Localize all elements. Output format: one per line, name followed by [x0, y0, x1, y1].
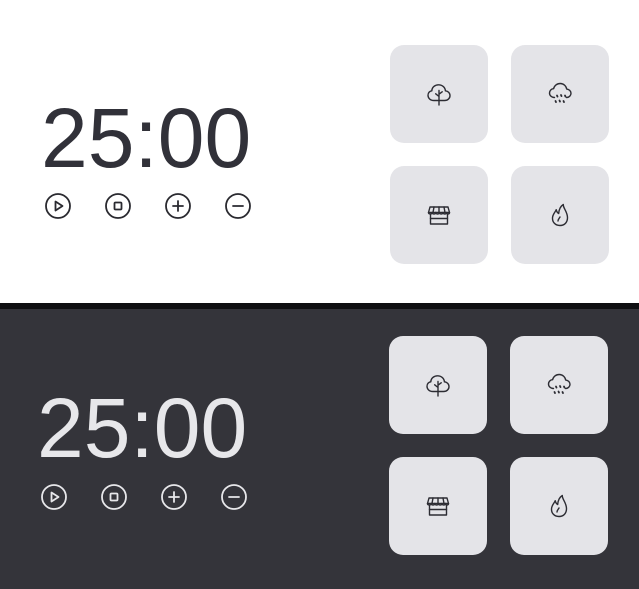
- timer-controls: [44, 192, 252, 220]
- light-theme-panel: 25:00: [0, 0, 639, 303]
- store-icon: [423, 199, 455, 231]
- minus-icon: [220, 483, 248, 511]
- play-button[interactable]: [44, 192, 72, 220]
- minus-icon: [224, 192, 252, 220]
- rain-icon: [544, 78, 576, 110]
- timer-display: 25:00: [37, 381, 248, 475]
- rain-icon: [543, 369, 575, 401]
- add-time-button[interactable]: [164, 192, 192, 220]
- subtract-time-button[interactable]: [220, 483, 248, 511]
- plus-icon: [160, 483, 188, 511]
- tree-icon: [422, 369, 454, 401]
- sound-tile-forest[interactable]: [390, 45, 488, 143]
- play-icon: [40, 483, 68, 511]
- sound-tile-forest[interactable]: [389, 336, 487, 434]
- sound-tile-fire[interactable]: [510, 457, 608, 555]
- timer-controls: [40, 483, 248, 511]
- sound-tile-cafe[interactable]: [390, 166, 488, 264]
- stop-button[interactable]: [100, 483, 128, 511]
- sound-tile-rain[interactable]: [511, 45, 609, 143]
- fire-icon: [544, 199, 576, 231]
- store-icon: [422, 490, 454, 522]
- sound-tile-fire[interactable]: [511, 166, 609, 264]
- sound-grid: [389, 336, 608, 555]
- timer-display: 25:00: [41, 91, 252, 185]
- stop-button[interactable]: [104, 192, 132, 220]
- tree-icon: [423, 78, 455, 110]
- stop-icon: [104, 192, 132, 220]
- play-icon: [44, 192, 72, 220]
- subtract-time-button[interactable]: [224, 192, 252, 220]
- sound-tile-rain[interactable]: [510, 336, 608, 434]
- add-time-button[interactable]: [160, 483, 188, 511]
- sound-tile-cafe[interactable]: [389, 457, 487, 555]
- stop-icon: [100, 483, 128, 511]
- fire-icon: [543, 490, 575, 522]
- play-button[interactable]: [40, 483, 68, 511]
- plus-icon: [164, 192, 192, 220]
- sound-grid: [390, 45, 609, 264]
